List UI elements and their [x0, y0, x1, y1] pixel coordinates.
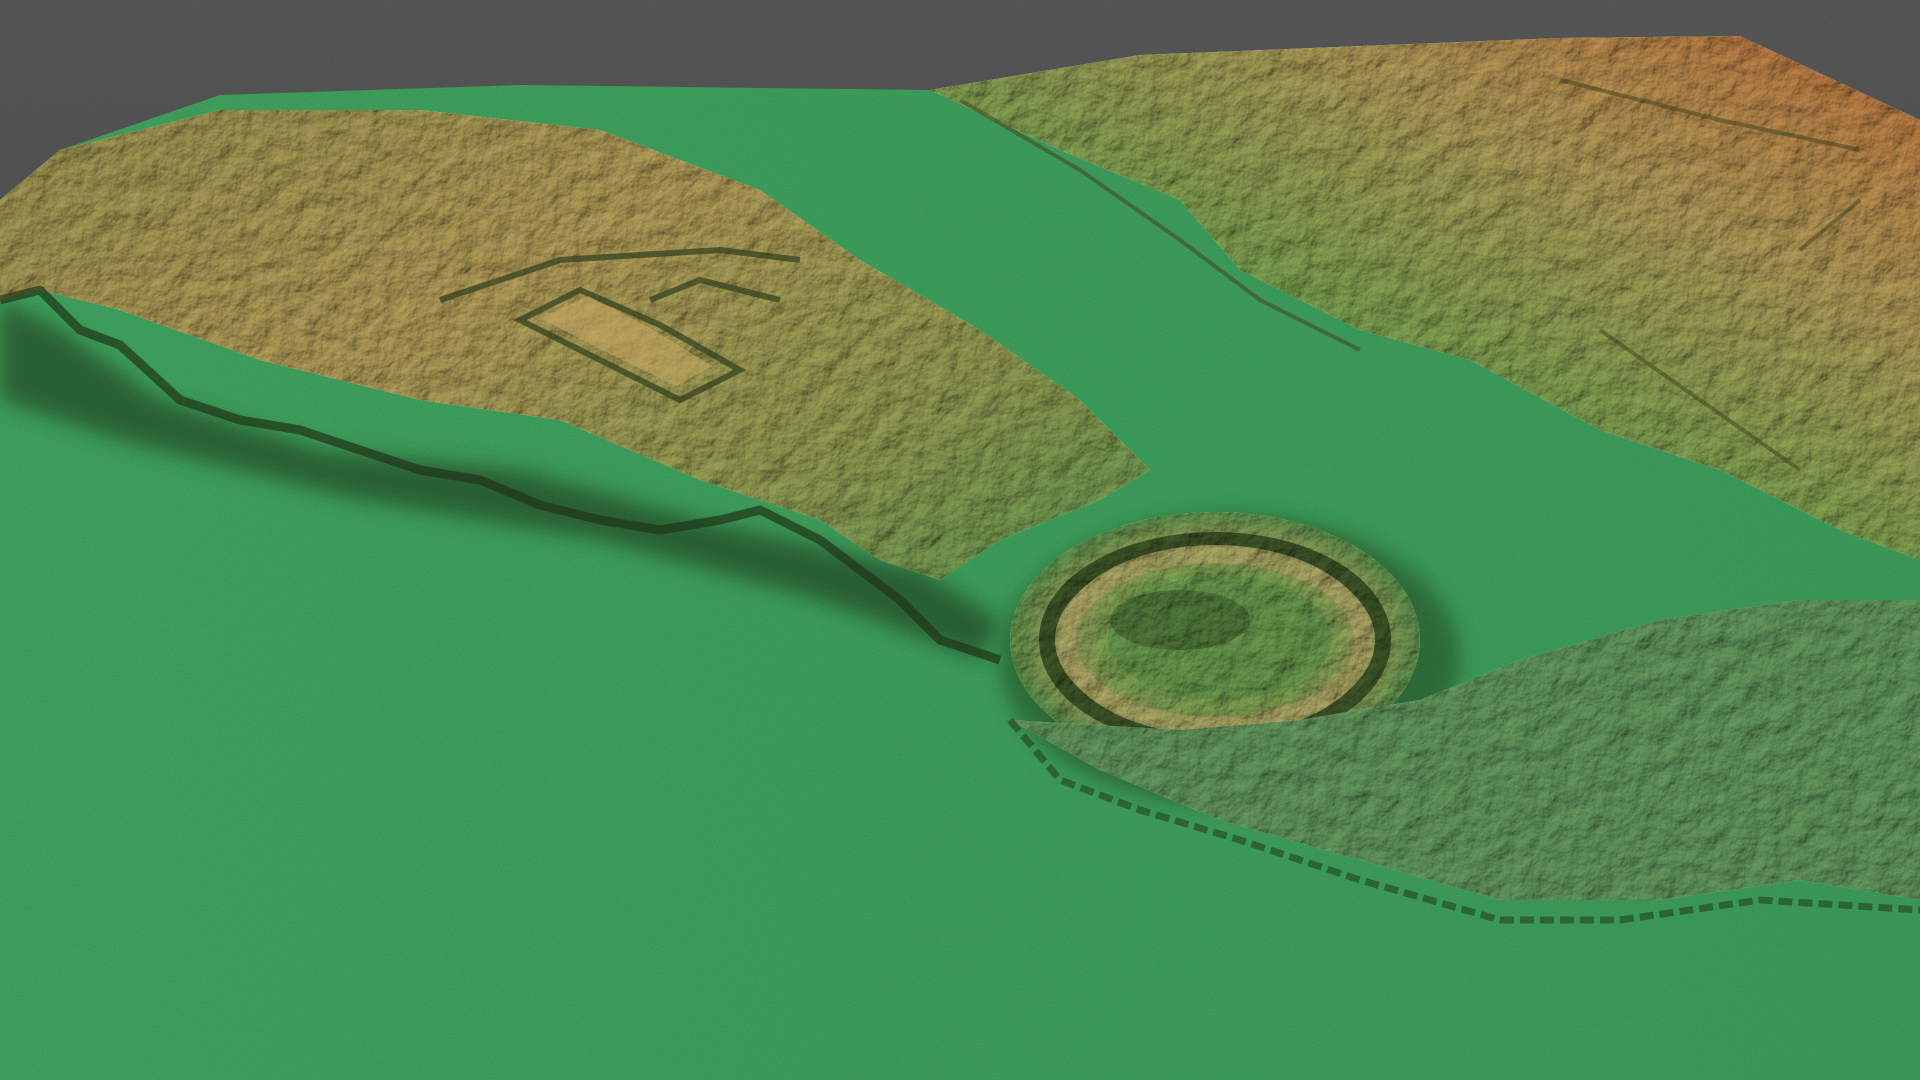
terrain-model	[0, 0, 1920, 1080]
terrain-viewport[interactable]	[0, 0, 1920, 1080]
surface-grain	[0, 0, 1920, 1080]
